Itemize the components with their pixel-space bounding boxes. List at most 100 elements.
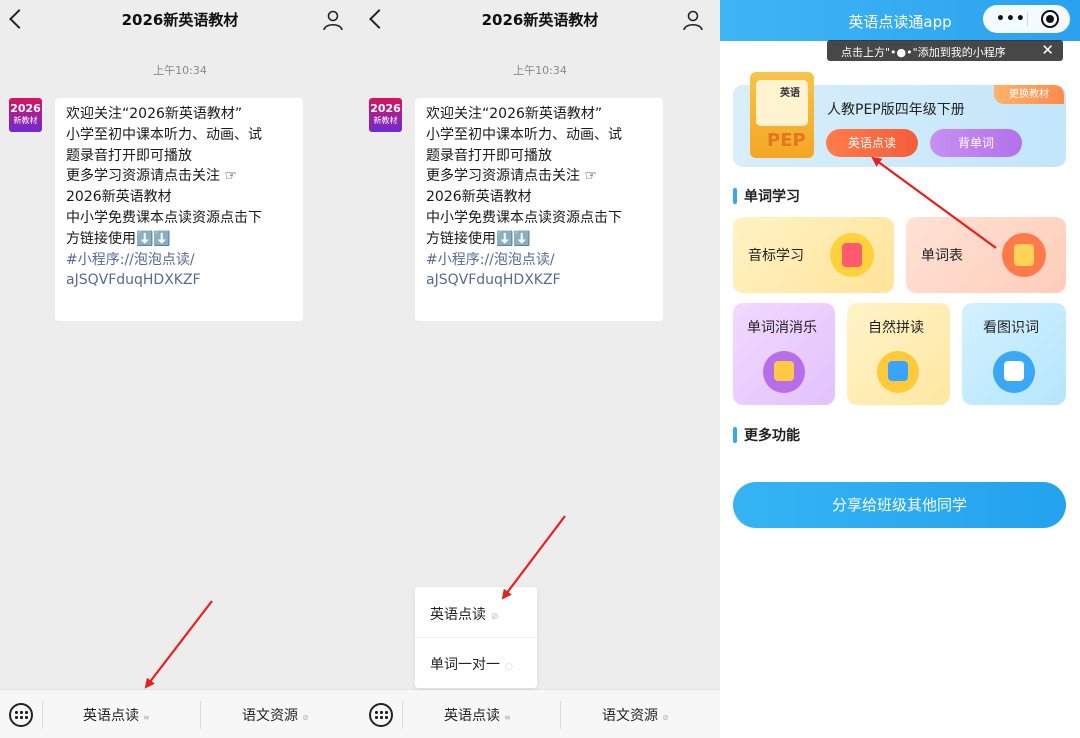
- tile-word-list[interactable]: 单词表: [906, 217, 1066, 293]
- avatar-text-label: 新教材: [373, 116, 398, 125]
- section-marker: [733, 188, 737, 204]
- user-profile-icon[interactable]: [682, 9, 704, 31]
- menu-label: 语文资源: [242, 708, 298, 724]
- message-line: 小学至初中课本听力、动画、试: [426, 126, 622, 143]
- tile-label: 看图识词: [983, 320, 1039, 336]
- message-line: 中小学免费课本点读资源点击下: [426, 209, 622, 226]
- submenu-item-english-reading[interactable]: 英语点读 ⊘: [430, 604, 499, 624]
- chat-panel-1: 2026新英语教材 上午10:34 2026 新教材 欢迎关注“2026新英语教…: [0, 0, 360, 738]
- capsule-divider: [1027, 12, 1028, 26]
- picture-icon-glyph: [1004, 361, 1024, 381]
- message-line: 更多学习资源请点击关注 ☞: [66, 168, 238, 185]
- add-to-my-mini-programs-tip: 点击上方"•●•"添加到我的小程序 ✕: [827, 40, 1063, 61]
- menu-divider: [200, 701, 201, 729]
- mini-program-link[interactable]: #小程序://泡泡点读/: [66, 250, 295, 271]
- message-line: 方链接使用⬇️⬇️: [426, 230, 531, 247]
- menu-chinese-resources-button[interactable]: 语文资源 ⊘: [602, 705, 669, 725]
- chat-menu-bar: 英语点读 ≡ 语文资源 ⊘: [0, 689, 360, 738]
- chat-header: 2026新英语教材: [0, 0, 360, 40]
- message-line: 欢迎关注“2026新英语教材”: [426, 106, 603, 122]
- message-line: 题录音打开即可播放: [426, 147, 552, 164]
- avatar-text-year: 2026: [370, 102, 401, 115]
- tile-label: 自然拼读: [868, 320, 924, 336]
- keyboard-icon[interactable]: [369, 703, 393, 727]
- tile-phonetics[interactable]: 音标学习: [733, 217, 894, 293]
- share-with-classmates-button[interactable]: 分享给班级其他同学: [733, 482, 1066, 528]
- account-avatar[interactable]: 2026 新教材: [9, 98, 42, 132]
- message-line: 更多学习资源请点击关注 ☞: [426, 168, 598, 185]
- message-timestamp: 上午10:34: [513, 64, 567, 77]
- section-title-word-learning: 单词学习: [744, 189, 800, 205]
- submenu-divider: [415, 637, 537, 638]
- chat-menu-bar: 英语点读 ≡ 语文资源 ⊘: [360, 689, 720, 738]
- message-line: 2026新英语教材: [426, 189, 532, 206]
- cover-title: 英语: [780, 88, 800, 99]
- submenu-label: 单词一对一: [430, 657, 500, 673]
- capsule-menu: •••: [983, 5, 1070, 33]
- message-line: 中小学免费课本点读资源点击下: [66, 209, 262, 226]
- menu-mini-program-icon: ⊘: [662, 713, 669, 722]
- english-reading-button[interactable]: 英语点读: [826, 129, 918, 157]
- section-marker: [733, 427, 737, 443]
- cover-pep-label: PEP: [767, 130, 806, 151]
- tip-text: 点击上方"•●•"添加到我的小程序: [841, 46, 1006, 59]
- message-bubble: 欢迎关注“2026新英语教材” 小学至初中课本听力、动画、试 题录音打开即可播放…: [55, 98, 303, 321]
- mini-program-link-code[interactable]: aJSQVFduqHDXKZF: [66, 270, 295, 291]
- keyboard-icon[interactable]: [9, 703, 33, 727]
- tile-word-match-game[interactable]: 单词消消乐: [733, 303, 835, 405]
- tile-label: 音标学习: [748, 248, 804, 264]
- screenshot-collage: 2026新英语教材 上午10:34 2026 新教材 欢迎关注“2026新英语教…: [0, 0, 1080, 738]
- mini-program-header: 英语点读通app •••: [720, 0, 1080, 41]
- menu-english-reading-button[interactable]: 英语点读 ≡: [444, 705, 511, 725]
- chat-title: 2026新英语教材: [481, 11, 599, 29]
- avatar-text-year: 2026: [10, 102, 41, 115]
- puzzle-game-icon-glyph: [774, 361, 794, 381]
- message-line: 方链接使用⬇️⬇️: [66, 230, 171, 247]
- menu-mini-program-icon: ⊘: [302, 713, 309, 722]
- mini-program-panel: 英语点读通app ••• 点击上方"•●•"添加到我的小程序 ✕ 英语 PEP …: [720, 0, 1080, 738]
- message-line: 2026新英语教材: [66, 189, 172, 206]
- user-profile-icon[interactable]: [322, 9, 344, 31]
- tile-phonics[interactable]: 自然拼读: [847, 303, 950, 405]
- chat-header: 2026新英语教材: [360, 0, 720, 40]
- tile-label: 单词表: [921, 248, 963, 264]
- menu-english-reading-button[interactable]: 英语点读 ≡: [83, 705, 150, 725]
- submenu-popup: 英语点读 ⊘ 单词一对一 ◌: [415, 587, 537, 688]
- menu-label: 英语点读: [444, 708, 500, 724]
- phonetics-book-icon-glyph: [842, 243, 862, 267]
- mini-program-link[interactable]: #小程序://泡泡点读/: [426, 250, 655, 271]
- mini-program-link-code[interactable]: aJSQVFduqHDXKZF: [426, 270, 655, 291]
- message-line: 小学至初中课本听力、动画、试: [66, 126, 262, 143]
- close-mini-program-icon[interactable]: [1041, 10, 1059, 28]
- tile-label: 单词消消乐: [747, 320, 817, 336]
- menu-list-icon: ≡: [143, 713, 150, 722]
- submenu-label: 英语点读: [430, 607, 486, 623]
- message-timestamp: 上午10:34: [153, 64, 207, 77]
- more-options-icon[interactable]: •••: [996, 11, 1026, 27]
- word-list-icon-glyph: [1014, 244, 1034, 266]
- change-textbook-button[interactable]: 更换教材: [994, 85, 1064, 104]
- message-bubble: 欢迎关注“2026新英语教材” 小学至初中课本听力、动画、试 题录音打开即可播放…: [415, 98, 663, 321]
- close-icon[interactable]: ✕: [1041, 41, 1054, 59]
- account-avatar[interactable]: 2026 新教材: [369, 98, 402, 132]
- textbook-title: 人教PEP版四年级下册: [827, 102, 965, 118]
- section-title-more-features: 更多功能: [744, 428, 800, 444]
- avatar-text-label: 新教材: [13, 116, 38, 125]
- menu-list-icon: ≡: [504, 713, 511, 722]
- menu-divider: [42, 701, 43, 729]
- menu-chinese-resources-button[interactable]: 语文资源 ⊘: [242, 705, 309, 725]
- menu-label: 语文资源: [602, 708, 658, 724]
- menu-label: 英语点读: [83, 708, 139, 724]
- chat-bubble-icon: ◌: [505, 662, 513, 672]
- phonics-book-icon-glyph: [888, 361, 908, 381]
- tile-picture-words[interactable]: 看图识词: [962, 303, 1066, 405]
- chat-title: 2026新英语教材: [121, 11, 239, 29]
- chat-panel-2: 2026新英语教材 上午10:34 2026 新教材 欢迎关注“2026新英语教…: [360, 0, 720, 738]
- memorize-words-button[interactable]: 背单词: [930, 129, 1022, 157]
- menu-divider: [402, 701, 403, 729]
- submenu-item-word-one-on-one[interactable]: 单词一对一 ◌: [430, 654, 513, 674]
- message-line: 题录音打开即可播放: [66, 147, 192, 164]
- menu-divider: [560, 701, 561, 729]
- mini-program-icon: ⊘: [491, 612, 499, 622]
- message-line: 欢迎关注“2026新英语教材”: [66, 106, 243, 122]
